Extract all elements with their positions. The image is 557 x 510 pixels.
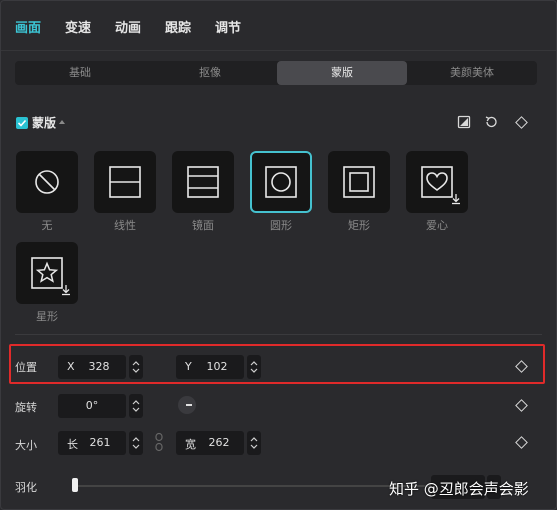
invert-icon[interactable] bbox=[457, 115, 471, 129]
feather-label: 羽化 bbox=[15, 481, 37, 494]
size-height-field[interactable]: 宽 262 bbox=[176, 431, 244, 455]
subtab-cutout[interactable]: 抠像 bbox=[145, 61, 275, 85]
mask-shape-heart[interactable] bbox=[406, 151, 468, 213]
tab-adjust[interactable]: 调节 bbox=[215, 17, 241, 36]
mask-section-title: 蒙版 bbox=[32, 116, 57, 130]
rotation-value: 0° bbox=[85, 399, 99, 412]
top-tab-bar: 画面 变速 动画 跟踪 调节 bbox=[1, 1, 556, 51]
label-mirror: 镜面 bbox=[192, 219, 214, 232]
position-label: 位置 bbox=[15, 361, 37, 374]
size-width-prefix: 长 bbox=[67, 438, 78, 451]
checkbox-icon bbox=[17, 119, 27, 127]
size-height-value: 262 bbox=[208, 436, 230, 449]
size-keyframe-icon[interactable] bbox=[515, 436, 528, 449]
linear-icon bbox=[109, 166, 141, 198]
download-icon bbox=[452, 194, 460, 205]
tab-speed[interactable]: 变速 bbox=[65, 17, 91, 36]
rotation-dial[interactable] bbox=[178, 396, 196, 414]
mask-shape-rectangle[interactable] bbox=[328, 151, 390, 213]
label-rectangle: 矩形 bbox=[348, 219, 370, 232]
position-y-value: 102 bbox=[206, 360, 228, 373]
stepper-icon bbox=[132, 400, 140, 412]
rectangle-icon bbox=[343, 166, 375, 198]
subtab-basic[interactable]: 基础 bbox=[15, 61, 145, 85]
label-linear: 线性 bbox=[114, 219, 136, 232]
subtab-mask[interactable]: 蒙版 bbox=[277, 61, 407, 85]
rotation-label: 旋转 bbox=[15, 401, 37, 414]
subtab-beauty[interactable]: 美颜美体 bbox=[407, 61, 537, 85]
feather-slider-thumb[interactable] bbox=[72, 478, 78, 492]
stepper-icon bbox=[132, 437, 140, 449]
rotation-keyframe-icon[interactable] bbox=[515, 399, 528, 412]
caret-up-icon[interactable] bbox=[59, 120, 65, 124]
properties-panel: 画面 变速 动画 跟踪 调节 基础 抠像 蒙版 美颜美体 蒙版 无 线性 镜面 … bbox=[0, 0, 557, 510]
download-icon bbox=[62, 285, 70, 296]
size-width-field[interactable]: 长 261 bbox=[58, 431, 126, 455]
mask-checkbox[interactable] bbox=[16, 117, 28, 129]
label-none: 无 bbox=[41, 219, 53, 232]
section-divider bbox=[15, 334, 542, 335]
size-height-prefix: 宽 bbox=[185, 438, 196, 451]
label-star: 星形 bbox=[36, 310, 58, 323]
circle-icon bbox=[265, 166, 297, 198]
position-y-field[interactable]: Y 102 bbox=[176, 355, 244, 379]
tab-tracking[interactable]: 跟踪 bbox=[165, 17, 191, 36]
position-x-prefix: X bbox=[67, 360, 75, 373]
mask-shape-none[interactable] bbox=[16, 151, 78, 213]
stepper-icon bbox=[132, 361, 140, 373]
keyframe-diamond-icon[interactable] bbox=[515, 116, 528, 129]
size-width-value: 261 bbox=[89, 436, 111, 449]
position-x-field[interactable]: X 328 bbox=[58, 355, 126, 379]
position-x-stepper[interactable] bbox=[129, 355, 143, 379]
size-height-stepper[interactable] bbox=[247, 431, 261, 455]
mask-shape-circle[interactable] bbox=[250, 151, 312, 213]
stepper-icon bbox=[250, 437, 258, 449]
label-circle: 圆形 bbox=[270, 219, 292, 232]
position-y-stepper[interactable] bbox=[247, 355, 261, 379]
sub-tab-bar: 基础 抠像 蒙版 美颜美体 bbox=[15, 61, 537, 85]
position-x-value: 328 bbox=[88, 360, 110, 373]
size-width-stepper[interactable] bbox=[129, 431, 143, 455]
watermark-text: 知乎 @丒郎会声会影 bbox=[389, 480, 529, 498]
rotation-stepper[interactable] bbox=[129, 394, 143, 418]
none-icon bbox=[35, 170, 59, 194]
mirror-icon bbox=[187, 166, 219, 198]
label-heart: 爱心 bbox=[426, 219, 448, 232]
position-y-prefix: Y bbox=[185, 360, 192, 373]
stepper-icon bbox=[250, 361, 258, 373]
mask-shape-mirror[interactable] bbox=[172, 151, 234, 213]
reset-icon[interactable] bbox=[484, 115, 498, 129]
tab-canvas[interactable]: 画面 bbox=[15, 17, 41, 36]
tab-animation[interactable]: 动画 bbox=[115, 17, 141, 36]
mask-shape-star[interactable] bbox=[16, 242, 78, 304]
link-icon[interactable] bbox=[154, 432, 164, 452]
rotation-field[interactable]: 0° bbox=[58, 394, 126, 418]
mask-shape-linear[interactable] bbox=[94, 151, 156, 213]
size-label: 大小 bbox=[15, 439, 37, 452]
feather-slider-track[interactable] bbox=[74, 485, 434, 487]
